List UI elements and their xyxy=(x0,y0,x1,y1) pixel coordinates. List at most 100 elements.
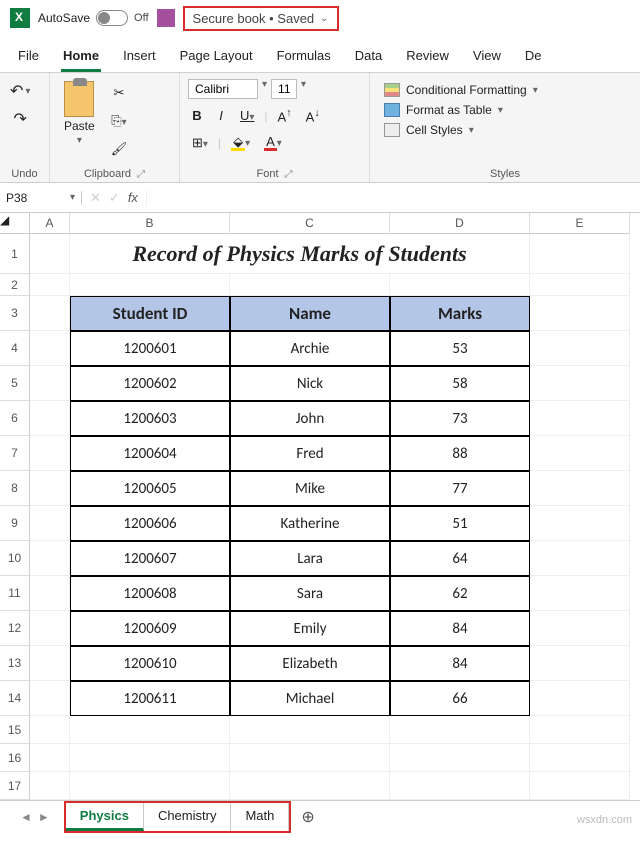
borders-button[interactable]: ⊞▾ xyxy=(188,133,212,153)
cut-button[interactable]: ✂ xyxy=(109,83,128,103)
cell[interactable] xyxy=(30,506,70,541)
cell[interactable]: 66 xyxy=(390,681,530,716)
cell[interactable] xyxy=(530,234,630,274)
col-header[interactable]: B xyxy=(70,213,230,234)
cell[interactable]: Student ID xyxy=(70,296,230,331)
cell[interactable] xyxy=(530,681,630,716)
format-as-table-button[interactable]: Format as Table▾ xyxy=(384,103,626,117)
menu-tab-de[interactable]: De xyxy=(523,42,544,72)
name-box[interactable]: P38▾ xyxy=(0,191,82,205)
cell[interactable]: 53 xyxy=(390,331,530,366)
cell[interactable]: 1200605 xyxy=(70,471,230,506)
menu-tab-page-layout[interactable]: Page Layout xyxy=(178,42,255,72)
row-header[interactable]: 10 xyxy=(0,541,30,576)
format-painter-button[interactable]: 🖌 xyxy=(107,139,132,159)
cell[interactable] xyxy=(530,274,630,296)
row-header[interactable]: 4 xyxy=(0,331,30,366)
row-header[interactable]: 17 xyxy=(0,772,30,800)
cell[interactable] xyxy=(30,772,70,800)
sheet-tab-math[interactable]: Math xyxy=(231,803,289,831)
cell[interactable] xyxy=(530,772,630,800)
increase-font-button[interactable]: A↑ xyxy=(274,105,296,126)
col-header[interactable]: C xyxy=(230,213,390,234)
row-header[interactable]: 13 xyxy=(0,646,30,681)
cell[interactable]: 1200610 xyxy=(70,646,230,681)
cell[interactable]: Name xyxy=(230,296,390,331)
cell[interactable]: Nick xyxy=(230,366,390,401)
cell[interactable] xyxy=(70,772,230,800)
cell[interactable] xyxy=(70,744,230,772)
menu-tab-data[interactable]: Data xyxy=(353,42,384,72)
cell[interactable] xyxy=(30,331,70,366)
conditional-formatting-button[interactable]: Conditional Formatting▾ xyxy=(384,83,626,97)
cell[interactable] xyxy=(530,576,630,611)
cell[interactable] xyxy=(30,234,70,274)
font-color-button[interactable]: A▾ xyxy=(260,132,286,153)
font-size-input[interactable] xyxy=(271,79,297,99)
col-header[interactable]: D xyxy=(390,213,530,234)
cancel-formula-icon[interactable]: ✕ xyxy=(90,190,101,206)
cell[interactable]: 64 xyxy=(390,541,530,576)
fx-icon[interactable]: fx xyxy=(128,190,138,205)
cell[interactable] xyxy=(30,611,70,646)
cell[interactable]: 88 xyxy=(390,436,530,471)
row-header[interactable]: 12 xyxy=(0,611,30,646)
cell[interactable]: Michael xyxy=(230,681,390,716)
cell[interactable]: Sara xyxy=(230,576,390,611)
cell[interactable]: 1200611 xyxy=(70,681,230,716)
cell[interactable] xyxy=(30,401,70,436)
cell[interactable] xyxy=(30,366,70,401)
cell[interactable] xyxy=(390,744,530,772)
row-header[interactable]: 7 xyxy=(0,436,30,471)
cell[interactable] xyxy=(230,744,390,772)
cell[interactable] xyxy=(530,296,630,331)
cell[interactable] xyxy=(230,772,390,800)
cell[interactable]: 84 xyxy=(390,646,530,681)
cell[interactable]: Elizabeth xyxy=(230,646,390,681)
cell[interactable] xyxy=(530,646,630,681)
cell[interactable]: 1200603 xyxy=(70,401,230,436)
row-header[interactable]: 9 xyxy=(0,506,30,541)
menu-tab-insert[interactable]: Insert xyxy=(121,42,158,72)
cell[interactable]: Fred xyxy=(230,436,390,471)
row-header[interactable]: 14 xyxy=(0,681,30,716)
cell[interactable] xyxy=(530,611,630,646)
menu-tab-home[interactable]: Home xyxy=(61,42,101,72)
bold-button[interactable]: B xyxy=(188,106,206,125)
sheet-title[interactable]: Record of Physics Marks of Students xyxy=(70,234,530,274)
cell[interactable]: 1200602 xyxy=(70,366,230,401)
add-sheet-button[interactable]: ⊕ xyxy=(291,805,324,829)
file-name-dropdown[interactable]: Secure book • Saved ⌄ xyxy=(183,6,339,31)
menu-tab-review[interactable]: Review xyxy=(404,42,451,72)
cell[interactable] xyxy=(230,274,390,296)
cell[interactable] xyxy=(70,716,230,744)
autosave-toggle[interactable] xyxy=(96,10,128,26)
cell[interactable] xyxy=(530,401,630,436)
row-header[interactable]: 15 xyxy=(0,716,30,744)
cell[interactable] xyxy=(530,506,630,541)
cell-styles-button[interactable]: Cell Styles▾ xyxy=(384,123,626,137)
cell[interactable]: Marks xyxy=(390,296,530,331)
copy-button[interactable]: ⎘▾ xyxy=(107,111,130,131)
row-header[interactable]: 2 xyxy=(0,274,30,296)
cell[interactable] xyxy=(70,274,230,296)
decrease-font-button[interactable]: A↓ xyxy=(302,105,324,126)
cell[interactable]: 1200606 xyxy=(70,506,230,541)
cell[interactable] xyxy=(530,436,630,471)
cell[interactable]: 62 xyxy=(390,576,530,611)
col-header[interactable]: E xyxy=(530,213,630,234)
cell[interactable] xyxy=(30,744,70,772)
italic-button[interactable]: I xyxy=(212,106,230,125)
cell[interactable] xyxy=(390,716,530,744)
cell[interactable] xyxy=(530,331,630,366)
enter-formula-icon[interactable]: ✓ xyxy=(109,190,120,206)
cell[interactable]: 51 xyxy=(390,506,530,541)
cell[interactable]: Katherine xyxy=(230,506,390,541)
cell[interactable] xyxy=(30,541,70,576)
row-header[interactable]: 1 xyxy=(0,234,30,274)
undo-button[interactable]: ↶▾ xyxy=(8,79,32,103)
row-header[interactable]: 6 xyxy=(0,401,30,436)
redo-button[interactable]: ↷ xyxy=(12,107,29,131)
cell[interactable]: Archie xyxy=(230,331,390,366)
row-header[interactable]: 3 xyxy=(0,296,30,331)
